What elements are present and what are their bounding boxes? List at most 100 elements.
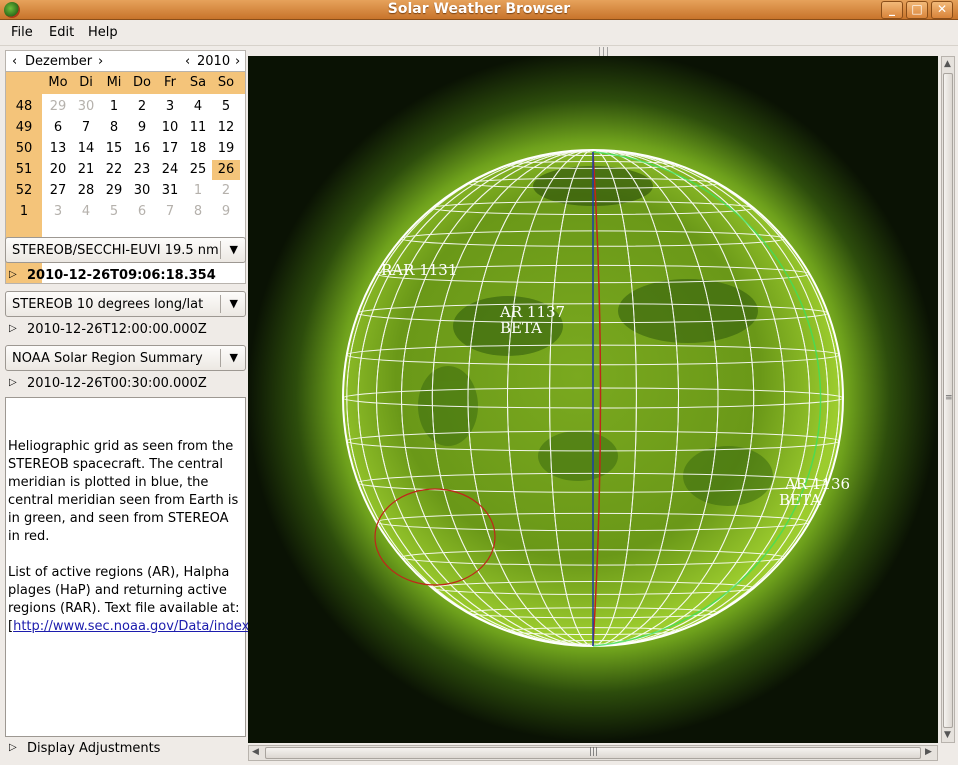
calendar-day[interactable]: 7 xyxy=(156,202,184,222)
solar-image: RAR 1131 AR 1137 BETA AR 1136 BETA xyxy=(248,56,938,743)
prev-year-button[interactable]: ‹ xyxy=(185,54,190,69)
week-number: 49 xyxy=(15,120,33,135)
calendar-day[interactable]: 7 xyxy=(72,118,100,138)
horizontal-scrollbar[interactable]: ◀ ||| ▶ xyxy=(248,745,938,761)
menu-edit[interactable]: Edit xyxy=(49,25,74,40)
prev-month-button[interactable]: ‹ xyxy=(12,54,17,69)
minimize-button[interactable]: _ xyxy=(881,1,903,19)
calendar-day[interactable]: 8 xyxy=(100,118,128,138)
title-bar: Solar Weather Browser _ □ ✕ xyxy=(0,0,958,20)
next-month-button[interactable]: › xyxy=(98,54,103,69)
calendar-day[interactable]: 5 xyxy=(212,97,240,117)
vertical-scrollbar[interactable]: ▲ ≡ ▼ xyxy=(941,56,955,743)
label-ar-1136-type: BETA xyxy=(779,491,821,509)
grid-overlay-value: STEREOB 10 degrees long/lat xyxy=(12,297,204,312)
region-overlay-value: NOAA Solar Region Summary xyxy=(12,351,203,366)
weekday-header-cell: Mi xyxy=(106,75,122,90)
weekday-header-cell: Sa xyxy=(189,75,207,90)
calendar-day[interactable]: 29 xyxy=(100,181,128,201)
calendar-day[interactable]: 6 xyxy=(128,202,156,222)
calendar-day[interactable]: 18 xyxy=(184,139,212,159)
calendar-day[interactable]: 10 xyxy=(156,118,184,138)
scroll-left-icon[interactable]: ◀ xyxy=(252,747,259,757)
calendar-day[interactable]: 4 xyxy=(72,202,100,222)
expand-arrow-icon: ▷ xyxy=(9,742,17,753)
calendar-day[interactable]: 3 xyxy=(44,202,72,222)
calendar-day[interactable]: 17 xyxy=(156,139,184,159)
window-title: Solar Weather Browser xyxy=(387,1,571,17)
calendar-day[interactable]: 12 xyxy=(212,118,240,138)
label-ar-1137-type: BETA xyxy=(500,319,542,337)
year-label: 2010 xyxy=(197,54,231,69)
calendar-day[interactable]: 14 xyxy=(72,139,100,159)
calendar-day[interactable]: 8 xyxy=(184,202,212,222)
calendar-day[interactable]: 26 xyxy=(212,160,240,180)
calendar-day[interactable]: 3 xyxy=(156,97,184,117)
week-number: 1 xyxy=(19,204,29,219)
calendar-day[interactable]: 1 xyxy=(100,97,128,117)
calendar-day[interactable]: 2 xyxy=(212,181,240,201)
calendar-day[interactable]: 19 xyxy=(212,139,240,159)
chevron-down-icon: ▼ xyxy=(229,351,238,364)
calendar-day[interactable]: 9 xyxy=(212,202,240,222)
display-adjustments-label: Display Adjustments xyxy=(27,741,161,756)
calendar-day[interactable]: 28 xyxy=(72,181,100,201)
calendar-day[interactable]: 29 xyxy=(44,97,72,117)
calendar-day[interactable]: 31 xyxy=(156,181,184,201)
image-source-select[interactable]: STEREOB/SECCHI-EUVI 19.5 nm ▼ xyxy=(5,237,246,263)
calendar-day[interactable]: 22 xyxy=(100,160,128,180)
calendar-day[interactable]: 4 xyxy=(184,97,212,117)
calendar-day[interactable]: 15 xyxy=(100,139,128,159)
calendar-day[interactable]: 21 xyxy=(72,160,100,180)
calendar-header: ‹ Dezember › ‹ 2010 › xyxy=(5,50,246,72)
calendar-day[interactable]: 13 xyxy=(44,139,72,159)
calendar-day[interactable]: 9 xyxy=(128,118,156,138)
calendar-day[interactable]: 30 xyxy=(128,181,156,201)
weekday-header-cell: Mo xyxy=(48,75,68,90)
week-number: 48 xyxy=(15,99,33,114)
calendar-day[interactable]: 16 xyxy=(128,139,156,159)
region-overlay-timestamp: 2010-12-26T00:30:00.000Z xyxy=(27,376,207,391)
weekday-header-cell: So xyxy=(217,75,235,90)
weekday-header-cell: Do xyxy=(133,75,151,90)
scroll-up-icon[interactable]: ▲ xyxy=(944,59,951,69)
weekday-header-cell: Di xyxy=(79,75,93,90)
close-button[interactable]: ✕ xyxy=(931,1,953,19)
image-source-timestamp: 2010-12-26T09:06:18.354 xyxy=(27,268,216,283)
calendar-day[interactable]: 2 xyxy=(128,97,156,117)
chevron-down-icon: ▼ xyxy=(229,243,238,256)
menu-help[interactable]: Help xyxy=(88,25,118,40)
calendar-day[interactable]: 23 xyxy=(128,160,156,180)
calendar-day[interactable]: 5 xyxy=(100,202,128,222)
calendar-day[interactable]: 25 xyxy=(184,160,212,180)
calendar-day[interactable]: 30 xyxy=(72,97,100,117)
description-regions: List of active regions (AR), Halpha plag… xyxy=(8,565,288,634)
chevron-down-icon: ▼ xyxy=(229,297,238,310)
week-number: 52 xyxy=(15,183,33,198)
scroll-down-icon[interactable]: ▼ xyxy=(944,730,951,740)
calendar-day[interactable]: 11 xyxy=(184,118,212,138)
calendar-day[interactable]: 6 xyxy=(44,118,72,138)
calendar-day[interactable]: 24 xyxy=(156,160,184,180)
expand-arrow-icon: ▷ xyxy=(9,269,17,280)
calendar-day[interactable]: 20 xyxy=(44,160,72,180)
expand-arrow-icon: ▷ xyxy=(9,323,17,334)
week-number: 50 xyxy=(15,141,33,156)
expand-arrow-icon: ▷ xyxy=(9,377,17,388)
menu-file[interactable]: File xyxy=(11,25,33,40)
noaa-data-link[interactable]: http://www.sec.noaa.gov/Data/index.html xyxy=(13,619,283,634)
grid-overlay-select[interactable]: STEREOB 10 degrees long/lat ▼ xyxy=(5,291,246,317)
solar-image-viewer[interactable]: RAR 1131 AR 1137 BETA AR 1136 BETA xyxy=(248,56,938,743)
weekday-header-cell: Fr xyxy=(164,75,176,90)
image-source-value: STEREOB/SECCHI-EUVI 19.5 nm xyxy=(12,243,219,258)
region-overlay-select[interactable]: NOAA Solar Region Summary ▼ xyxy=(5,345,246,371)
label-rar-1131: RAR 1131 xyxy=(381,261,457,279)
next-year-button[interactable]: › xyxy=(235,54,240,69)
week-number: 51 xyxy=(15,162,33,177)
calendar-day[interactable]: 1 xyxy=(184,181,212,201)
calendar-day[interactable]: 27 xyxy=(44,181,72,201)
maximize-button[interactable]: □ xyxy=(906,1,928,19)
description-grid: Heliographic grid as seen from the STERE… xyxy=(8,439,239,544)
grid-overlay-timestamp: 2010-12-26T12:00:00.000Z xyxy=(27,322,207,337)
scroll-right-icon[interactable]: ▶ xyxy=(925,747,932,757)
